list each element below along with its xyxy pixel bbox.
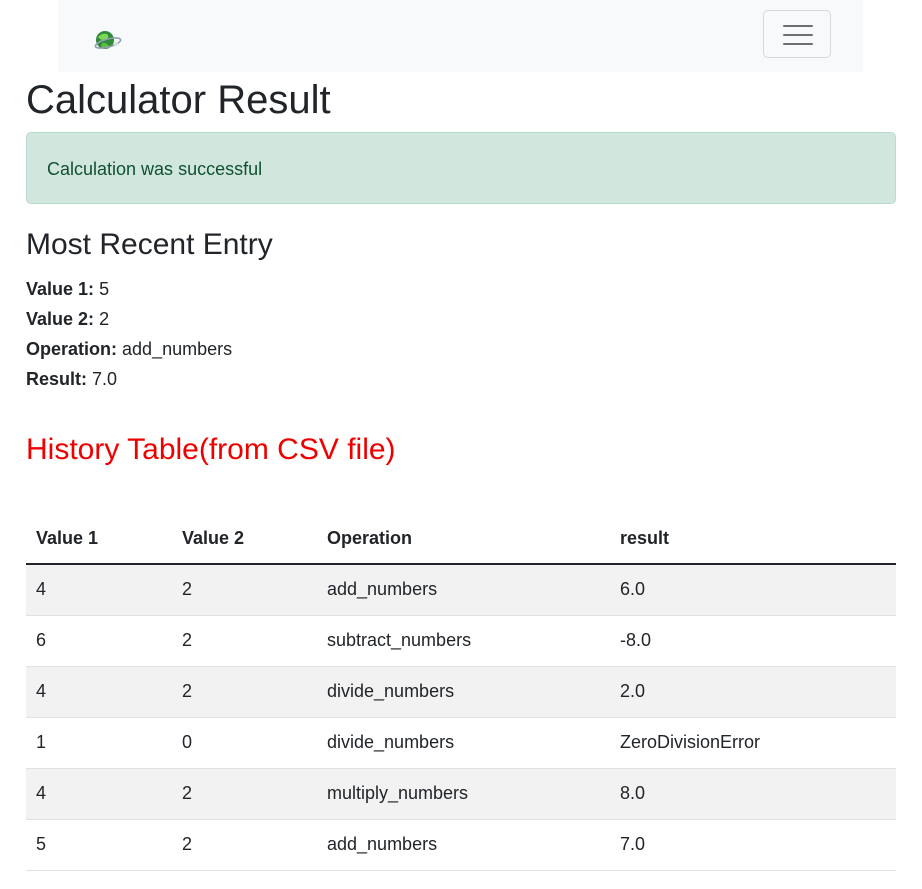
cell-operation: divide_numbers (317, 717, 610, 769)
table-row: 6 2 subtract_numbers -8.0 (26, 615, 896, 667)
recent-value1-label: Value 1: (26, 279, 95, 299)
recent-result: Result: 7.0 (26, 367, 117, 391)
cell-value2: 2 (172, 819, 317, 871)
cell-operation: subtract_numbers (317, 615, 610, 667)
column-header-result: result (610, 514, 896, 565)
column-header-value1: Value 1 (26, 514, 172, 565)
hamburger-menu-button[interactable] (763, 10, 831, 58)
cell-value2: 2 (172, 615, 317, 667)
most-recent-heading: Most Recent Entry (26, 228, 273, 261)
recent-value2-label: Value 2: (26, 309, 95, 329)
table-row: 1 0 divide_numbers ZeroDivisionError (26, 717, 896, 769)
cell-value1: 4 (26, 564, 172, 616)
recent-result-value: 7.0 (92, 369, 118, 389)
cell-result: 7.0 (610, 819, 896, 871)
cell-value1: 5 (26, 819, 172, 871)
alert-message: Calculation was successful (47, 159, 263, 179)
recent-value2-value: 2 (99, 309, 110, 329)
cell-value2: 2 (172, 666, 317, 718)
recent-operation-label: Operation: (26, 339, 118, 359)
history-table: Value 1 Value 2 Operation result 4 2 add… (26, 514, 896, 871)
cell-result: ZeroDivisionError (610, 717, 896, 769)
recent-value2: Value 2: 2 (26, 307, 109, 331)
cell-value1: 6 (26, 615, 172, 667)
recent-result-label: Result: (26, 369, 88, 389)
history-table-heading: History Table(from CSV file) (26, 433, 396, 466)
navbar (58, 0, 863, 72)
cell-result: -8.0 (610, 615, 896, 667)
cell-value2: 2 (172, 768, 317, 820)
cell-operation: divide_numbers (317, 666, 610, 718)
table-header-row: Value 1 Value 2 Operation result (26, 514, 896, 565)
table-row: 4 2 add_numbers 6.0 (26, 564, 896, 616)
cell-value1: 1 (26, 717, 172, 769)
success-alert: Calculation was successful (26, 132, 896, 204)
recent-operation-value: add_numbers (122, 339, 233, 359)
recent-value1-value: 5 (99, 279, 110, 299)
recent-value1: Value 1: 5 (26, 277, 109, 301)
cell-operation: multiply_numbers (317, 768, 610, 820)
column-header-value2: Value 2 (172, 514, 317, 565)
table-row: 4 2 multiply_numbers 8.0 (26, 768, 896, 820)
cell-value2: 0 (172, 717, 317, 769)
table-row: 4 2 divide_numbers 2.0 (26, 666, 896, 718)
cell-result: 6.0 (610, 564, 896, 616)
globe-logo-icon[interactable] (92, 28, 122, 52)
table-row: 5 2 add_numbers 7.0 (26, 819, 896, 871)
cell-value2: 2 (172, 564, 317, 616)
recent-operation: Operation: add_numbers (26, 337, 232, 361)
cell-value1: 4 (26, 768, 172, 820)
cell-operation: add_numbers (317, 564, 610, 616)
cell-result: 2.0 (610, 666, 896, 718)
cell-result: 8.0 (610, 768, 896, 820)
cell-operation: add_numbers (317, 819, 610, 871)
column-header-operation: Operation (317, 514, 610, 565)
cell-value1: 4 (26, 666, 172, 718)
page-title: Calculator Result (26, 78, 331, 122)
